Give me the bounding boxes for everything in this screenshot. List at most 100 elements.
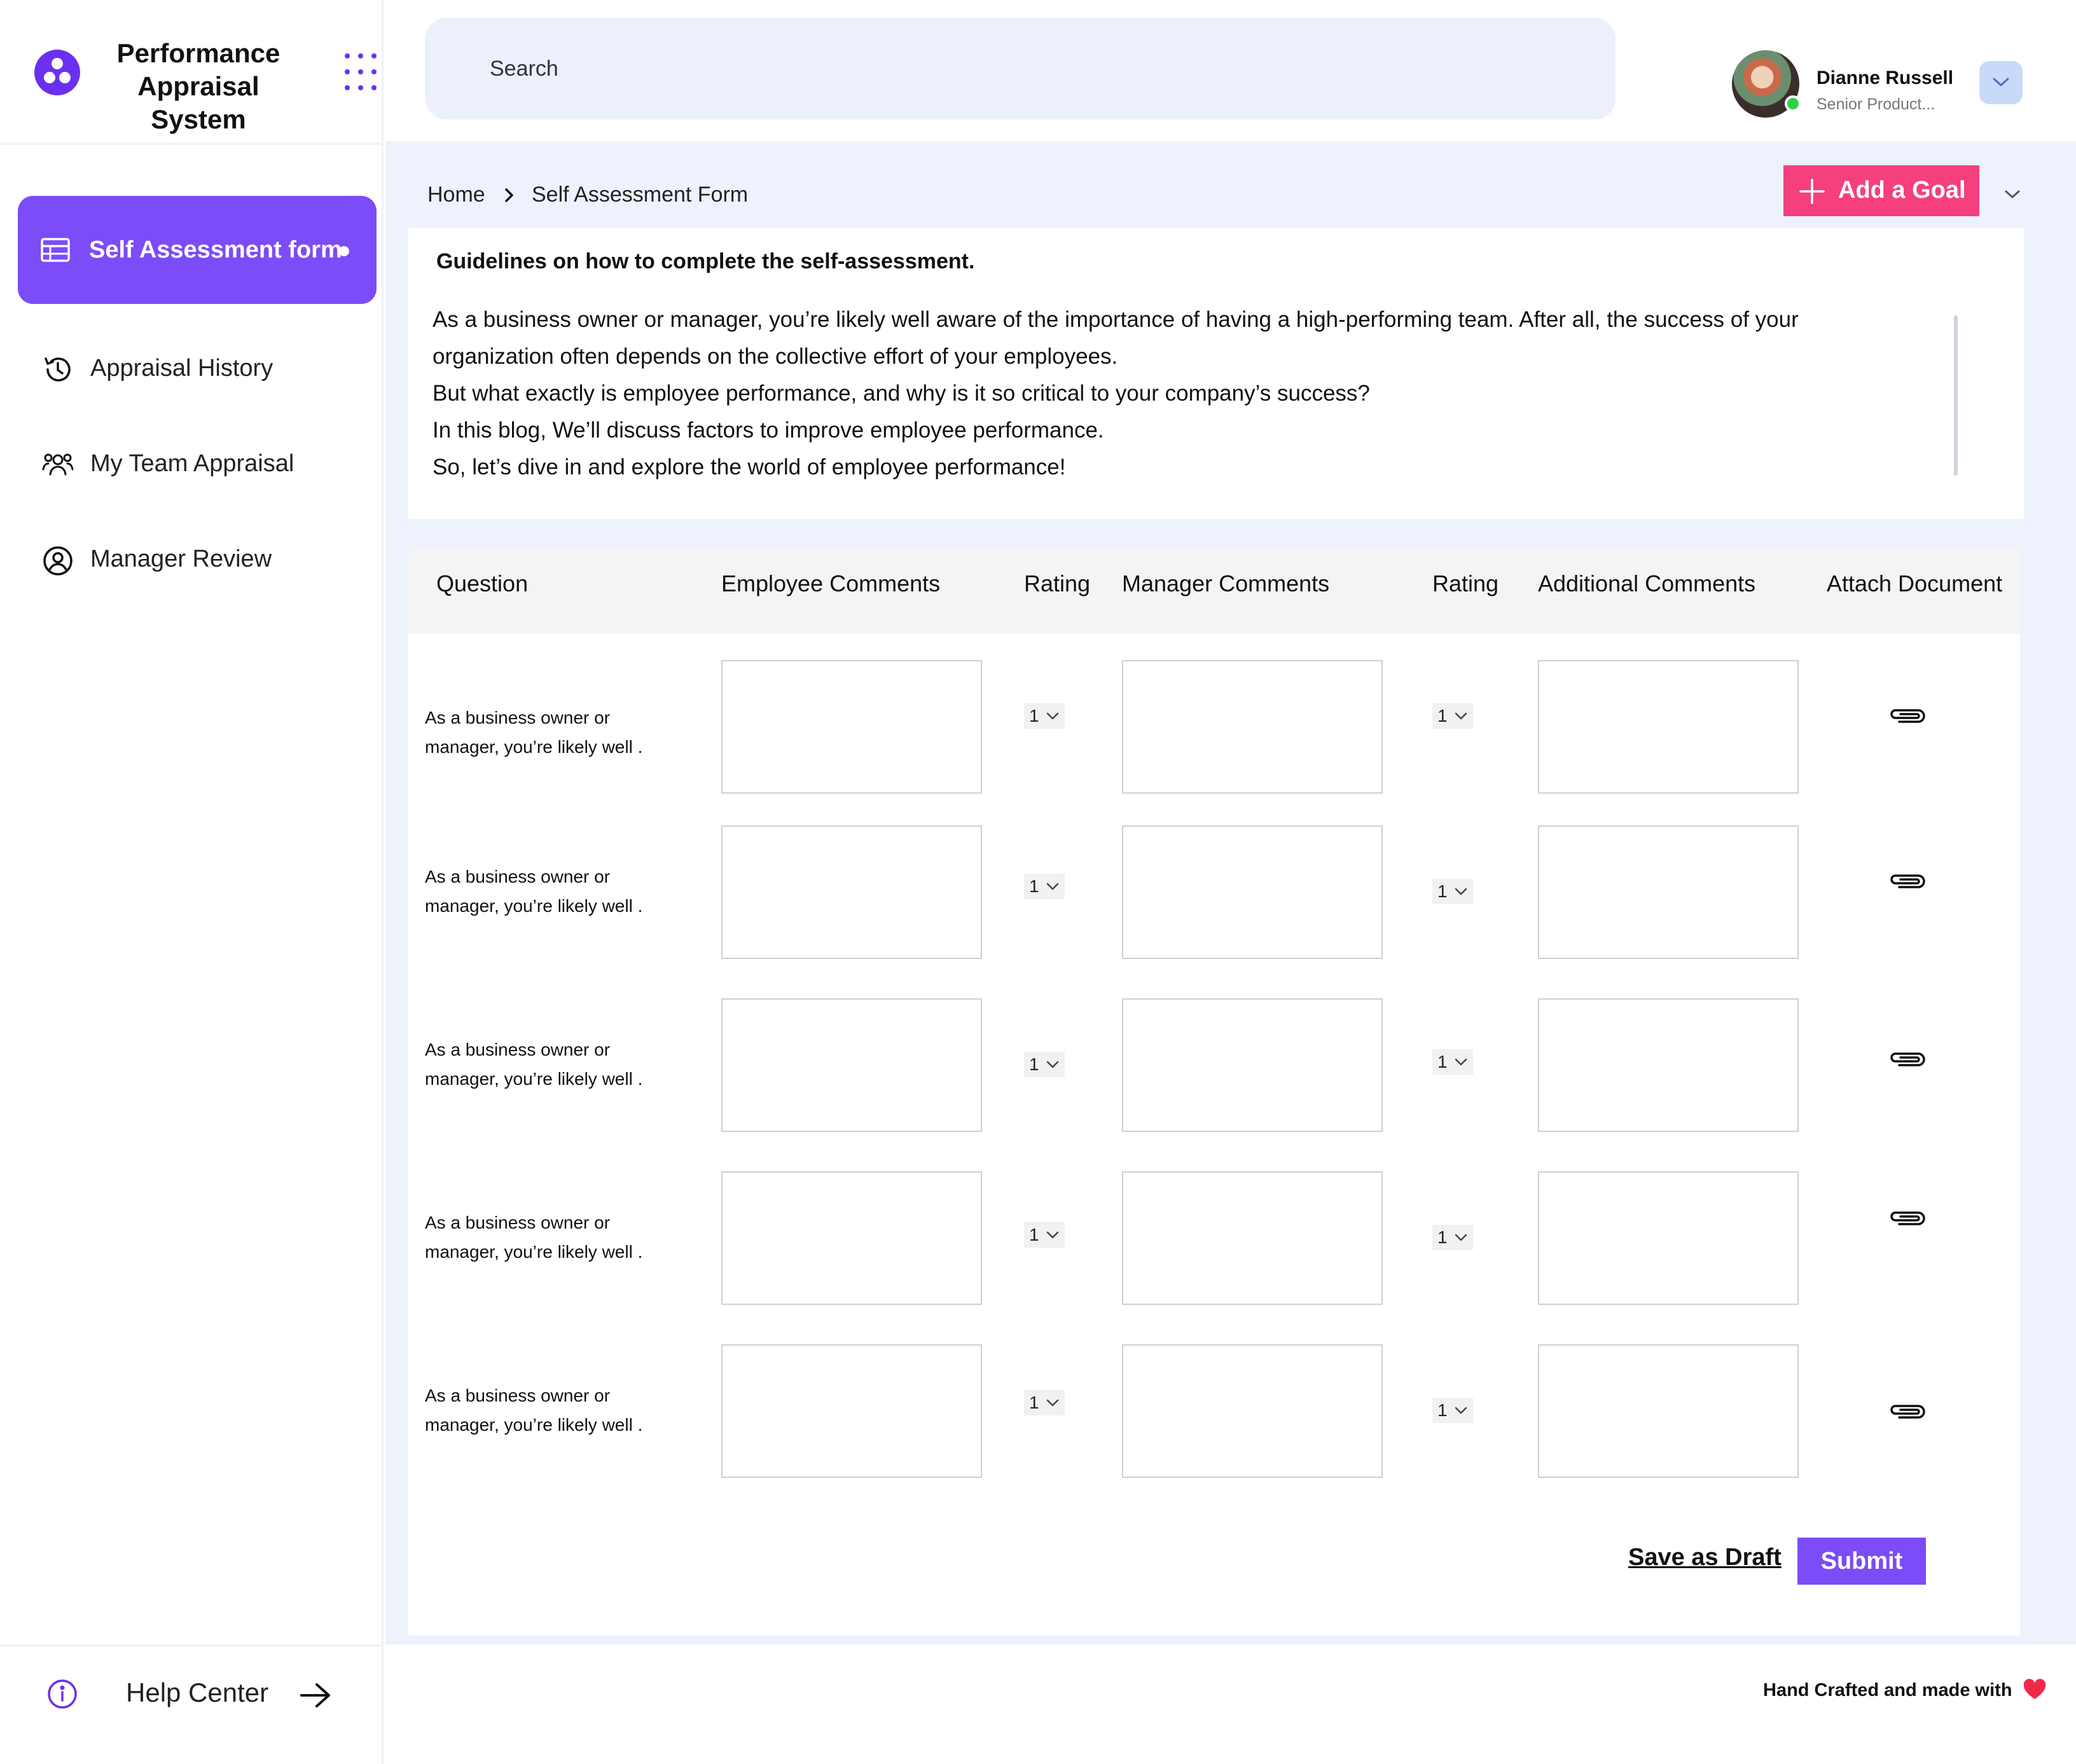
paperclip-icon[interactable] [1886, 1207, 1928, 1229]
guidelines-line: As a business owner or manager, you’re l… [432, 307, 1799, 332]
arrow-right-icon[interactable] [299, 1681, 332, 1709]
table-icon [41, 238, 70, 262]
manager-rating-select[interactable]: 1 [1432, 1049, 1473, 1075]
guidelines-line: But what exactly is employee performance… [432, 381, 1370, 406]
question-text: As a business owner or manager, you’re l… [425, 1035, 679, 1094]
rating-value: 1 [1437, 881, 1448, 901]
additional-comment-input[interactable] [1538, 1171, 1799, 1305]
column-header-additional-comments: Additional Comments [1538, 570, 1756, 596]
add-goal-button[interactable]: Add a Goal [1783, 165, 1979, 216]
question-text: As a business owner or manager, you’re l… [425, 703, 679, 762]
question-line: manager, you’re likely well . [425, 896, 643, 916]
manager-rating-select[interactable]: 1 [1432, 1398, 1473, 1423]
question-line: As a business owner or [425, 708, 611, 727]
manager-comment-input[interactable] [1122, 660, 1383, 794]
additional-comment-input[interactable] [1538, 1344, 1799, 1478]
additional-comment-input[interactable] [1538, 998, 1799, 1132]
question-line: manager, you’re likely well . [425, 1069, 643, 1089]
manager-rating-select[interactable]: 1 [1432, 879, 1473, 904]
question-text: As a business owner or manager, you’re l… [425, 862, 679, 921]
column-header-manager-rating: Rating [1432, 570, 1499, 596]
user-role: Senior Product... [1816, 95, 1935, 113]
user-menu-button[interactable] [1979, 61, 2023, 104]
manager-comment-input[interactable] [1122, 825, 1383, 959]
rating-value: 1 [1029, 1393, 1039, 1412]
heart-icon [2023, 1679, 2047, 1700]
logo-three-dots-icon[interactable] [34, 50, 80, 95]
chevron-down-icon [1993, 78, 2009, 86]
paperclip-icon[interactable] [1886, 705, 1928, 726]
sidebar-item-self-assessment[interactable]: Self Assessment form [18, 196, 377, 304]
chevron-down-icon[interactable] [2003, 188, 2021, 201]
guidelines-scrollbar[interactable] [1954, 315, 1958, 476]
manager-rating-select[interactable]: 1 [1432, 1225, 1473, 1250]
submit-button[interactable]: Submit [1797, 1538, 1926, 1585]
employee-rating-select[interactable]: 1 [1024, 1222, 1065, 1248]
app-title: Performance Appraisal System [90, 37, 307, 136]
chevron-down-icon [1455, 712, 1467, 720]
active-indicator-dot [338, 245, 350, 257]
chevron-down-icon [1455, 1407, 1467, 1414]
rating-value: 1 [1437, 706, 1448, 726]
manager-rating-select[interactable]: 1 [1432, 703, 1473, 729]
employee-comment-input[interactable] [721, 825, 982, 959]
employee-rating-select[interactable]: 1 [1024, 1052, 1065, 1077]
add-goal-label: Add a Goal [1838, 177, 1966, 203]
help-center-link[interactable]: Help Center [126, 1675, 268, 1711]
paperclip-icon[interactable] [1886, 1048, 1928, 1070]
guidelines-line: organization often depends on the collec… [432, 344, 1118, 369]
brand-divider [0, 142, 384, 145]
chevron-down-icon [1046, 1061, 1059, 1068]
question-line: As a business owner or [425, 1386, 611, 1405]
additional-comment-input[interactable] [1538, 825, 1799, 959]
manager-comment-input[interactable] [1122, 1344, 1383, 1478]
question-text: As a business owner or manager, you’re l… [425, 1381, 679, 1440]
rating-value: 1 [1029, 876, 1039, 896]
sidebar-item-label: Manager Review [90, 546, 272, 572]
question-line: As a business owner or [425, 1213, 611, 1232]
chevron-down-icon [1455, 888, 1467, 895]
question-line: manager, you’re likely well . [425, 737, 643, 757]
column-header-employee-comments: Employee Comments [721, 570, 941, 596]
save-draft-button[interactable]: Save as Draft [1628, 1541, 1782, 1573]
guidelines-line: In this blog, We’ll discuss factors to i… [432, 418, 1104, 443]
question-line: manager, you’re likely well . [425, 1415, 643, 1435]
apps-grid-icon[interactable] [343, 52, 378, 92]
column-header-attach-document: Attach Document [1827, 570, 2003, 596]
question-line: As a business owner or [425, 867, 611, 886]
chevron-right-icon [504, 187, 515, 203]
sidebar-item-label: My Team Appraisal [90, 450, 294, 477]
user-circle-icon [42, 544, 74, 576]
chevron-down-icon [1046, 1399, 1059, 1407]
rating-value: 1 [1029, 1225, 1039, 1244]
submit-label: Submit [1820, 1548, 1903, 1575]
employee-comment-input[interactable] [721, 660, 982, 794]
employee-comment-input[interactable] [721, 1171, 982, 1305]
question-text: As a business owner or manager, you’re l… [425, 1208, 679, 1267]
employee-comment-input[interactable] [721, 998, 982, 1132]
employee-rating-select[interactable]: 1 [1024, 874, 1065, 899]
employee-comment-input[interactable] [721, 1344, 982, 1478]
manager-comment-input[interactable] [1122, 1171, 1383, 1305]
sidebar-item-appraisal-history[interactable]: Appraisal History [42, 350, 360, 388]
manager-comment-input[interactable] [1122, 998, 1383, 1132]
chevron-down-icon [1455, 1058, 1467, 1066]
breadcrumb-home[interactable]: Home [427, 181, 485, 209]
app-title-line1: Performance [116, 38, 280, 68]
user-name: Dianne Russell [1816, 67, 1954, 88]
online-status-indicator [1785, 95, 1801, 112]
team-icon [42, 449, 74, 481]
search-input[interactable]: Search [425, 18, 1616, 120]
employee-rating-select[interactable]: 1 [1024, 1390, 1065, 1416]
info-icon [47, 1679, 78, 1709]
chevron-down-icon [1046, 712, 1059, 720]
footer [385, 1646, 2076, 1764]
paperclip-icon[interactable] [1886, 1400, 1928, 1422]
app-title-line2: Appraisal System [137, 71, 260, 134]
additional-comment-input[interactable] [1538, 660, 1799, 794]
sidebar-item-my-team-appraisal[interactable]: My Team Appraisal [42, 445, 360, 483]
column-header-employee-rating: Rating [1024, 570, 1091, 596]
sidebar-item-manager-review[interactable]: Manager Review [42, 541, 360, 579]
paperclip-icon[interactable] [1886, 870, 1928, 892]
employee-rating-select[interactable]: 1 [1024, 703, 1065, 729]
